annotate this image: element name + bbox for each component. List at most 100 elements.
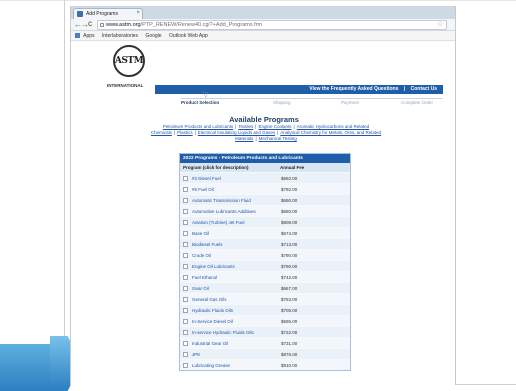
- tab-title: Add Programs: [86, 11, 118, 17]
- select-checkbox[interactable]: [183, 197, 188, 203]
- program-link[interactable]: Automatic Transmission Fluid: [192, 198, 281, 203]
- program-fee: $722.00: [281, 329, 298, 335]
- program-link[interactable]: In-Service Diesel Oil: [192, 319, 281, 324]
- category-separator: |: [277, 130, 279, 135]
- program-link[interactable]: General Gas Oils: [192, 297, 281, 302]
- category-link[interactable]: Electrical Insulating Liquids and Gases: [198, 130, 275, 135]
- program-fee: $742.00: [281, 274, 298, 280]
- bookmark-interlaboratories[interactable]: Interlaboratories: [102, 33, 138, 39]
- address-bar[interactable]: www.astm.org/PTP_RENEW/Renew40.cgi?+Add_…: [97, 20, 447, 30]
- table-row: Crude Oil $790.00: [180, 249, 350, 260]
- table-row: Gear Oil $667.00: [180, 282, 350, 293]
- bookmark-outlook[interactable]: Outlook Web App: [169, 33, 208, 39]
- select-checkbox[interactable]: [183, 274, 188, 280]
- lock-icon: [100, 23, 104, 27]
- program-link[interactable]: JP8: [192, 352, 281, 357]
- bookmark-google[interactable]: Google: [145, 33, 161, 39]
- select-checkbox[interactable]: [183, 307, 188, 313]
- table-header-row: Program (click for description) Annual F…: [180, 163, 350, 172]
- url-host: www.astm.org: [106, 22, 141, 28]
- select-checkbox[interactable]: [183, 175, 188, 181]
- program-fee: $667.00: [281, 285, 298, 291]
- table-row: JP8 $876.00: [180, 348, 350, 359]
- category-link[interactable]: Engine Coolants: [258, 124, 291, 129]
- table-row: Hydraulic Fluids Oils $705.00: [180, 304, 350, 315]
- program-fee: $695.00: [281, 318, 298, 324]
- astm-logo[interactable]: ASTM: [113, 45, 145, 77]
- logo-text: ASTM: [114, 56, 144, 66]
- program-link[interactable]: Aviation (Turbine) Jet Fuel: [192, 220, 281, 225]
- select-checkbox[interactable]: [183, 329, 188, 335]
- select-checkbox[interactable]: [183, 351, 188, 357]
- browser-window: Add Programs × ← → C www.astm.org/PTP_RE…: [70, 6, 456, 385]
- program-fee: $713.00: [281, 241, 298, 247]
- table-row: Engine Oil Lubricants $790.00: [180, 260, 350, 271]
- bookmark-apps[interactable]: Apps: [83, 33, 94, 39]
- slide-border-left: [64, 0, 65, 391]
- step-product-selection: Product Selection: [181, 100, 220, 105]
- select-checkbox[interactable]: [183, 208, 188, 214]
- program-fee: $690.00: [281, 197, 298, 203]
- category-separator: |: [173, 130, 176, 135]
- category-separator: |: [194, 130, 196, 135]
- program-link[interactable]: Lubricating Grease: [192, 363, 281, 368]
- category-link[interactable]: Petroleum Products and Lubricants: [163, 124, 233, 129]
- program-link[interactable]: Gear Oil: [192, 286, 281, 291]
- program-link[interactable]: Automotive Lubricants Additives: [192, 209, 281, 214]
- step-payment: Payment: [341, 100, 359, 105]
- table-row: In-service Hydraulic Fluids Oils $722.00: [180, 326, 350, 337]
- select-checkbox[interactable]: [183, 340, 188, 346]
- bookmarks-bar: Apps Interlaboratories Google Outlook We…: [71, 31, 455, 41]
- select-checkbox[interactable]: [183, 318, 188, 324]
- program-link[interactable]: Hydraulic Fluids Oils: [192, 308, 281, 313]
- program-link[interactable]: Engine Oil Lubricants: [192, 264, 281, 269]
- column-header-program: Program (click for description): [183, 165, 249, 170]
- table-row: Automatic Transmission Fluid $690.00: [180, 194, 350, 205]
- select-checkbox[interactable]: [183, 263, 188, 269]
- select-checkbox[interactable]: [183, 219, 188, 225]
- program-link[interactable]: Biodiesel Fuels: [192, 242, 281, 247]
- program-fee: $808.00: [281, 219, 298, 225]
- program-fee: $790.00: [281, 263, 298, 269]
- table-title: 2022 Programs - Petroleum Products and L…: [180, 154, 350, 163]
- program-link[interactable]: Fuel Ethanol: [192, 275, 281, 280]
- slide-top-rule: [0, 0, 516, 1]
- program-link[interactable]: Industrial Gear Oil: [192, 341, 281, 346]
- table-row: Biodiesel Fuels $713.00: [180, 238, 350, 249]
- table-row: General Gas Oils $783.00: [180, 293, 350, 304]
- contact-link[interactable]: Contact Us: [411, 86, 437, 92]
- select-checkbox[interactable]: [183, 252, 188, 258]
- program-link[interactable]: #6 Fuel Oil: [192, 187, 281, 192]
- program-link[interactable]: #2 Diesel Fuel: [192, 176, 281, 181]
- category-separator: |: [235, 124, 237, 129]
- link-separator: |: [403, 86, 406, 92]
- program-link[interactable]: In-service Hydraulic Fluids Oils: [192, 330, 281, 335]
- browser-tab[interactable]: Add Programs ×: [73, 8, 143, 19]
- program-fee: $680.00: [281, 208, 298, 214]
- program-fee: $705.00: [281, 307, 298, 313]
- column-header-fee: Annual Fee: [280, 165, 305, 170]
- select-checkbox[interactable]: [183, 285, 188, 291]
- category-link[interactable]: Textiles: [238, 124, 253, 129]
- program-fee: $674.00: [281, 230, 298, 236]
- table-row: Aviation (Turbine) Jet Fuel $808.00: [180, 216, 350, 227]
- program-link[interactable]: Base Oil: [192, 231, 281, 236]
- faq-link[interactable]: View the Frequently Asked Questions: [309, 86, 398, 92]
- select-checkbox[interactable]: [183, 186, 188, 192]
- category-link[interactable]: Plastics: [177, 130, 193, 135]
- table-row: Lubricating Grease $910.00: [180, 359, 350, 370]
- select-checkbox[interactable]: [183, 241, 188, 247]
- program-fee: $783.00: [281, 296, 298, 302]
- table-row: #2 Diesel Fuel $692.00: [180, 172, 350, 183]
- select-checkbox[interactable]: [183, 296, 188, 302]
- program-fee: $790.00: [281, 252, 298, 258]
- select-checkbox[interactable]: [183, 230, 188, 236]
- category-link[interactable]: Mechanical Testing: [259, 136, 297, 141]
- bookmark-star-icon[interactable]: ☆: [437, 21, 443, 29]
- checkout-steps: ▽ Product Selection Shipping Payment Com…: [181, 92, 443, 106]
- close-icon[interactable]: ×: [136, 10, 140, 16]
- program-fee: $910.00: [281, 362, 298, 368]
- reload-button[interactable]: C: [88, 20, 92, 30]
- select-checkbox[interactable]: [183, 362, 188, 368]
- program-link[interactable]: Crude Oil: [192, 253, 281, 258]
